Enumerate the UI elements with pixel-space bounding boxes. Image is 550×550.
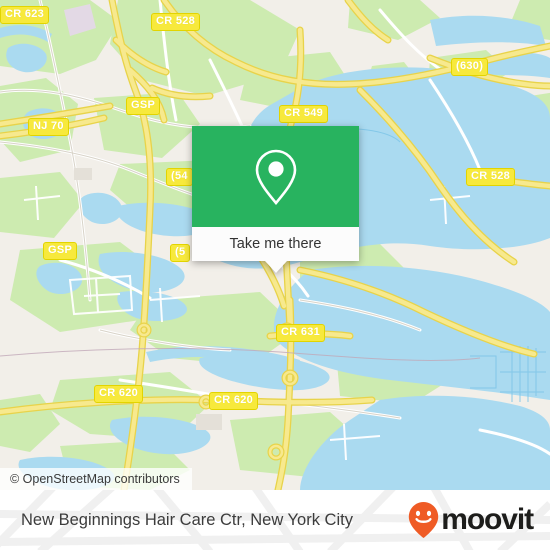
moovit-logo[interactable]: moovit — [407, 490, 534, 550]
place-title: New Beginnings Hair Care Ctr, New York C… — [21, 490, 353, 550]
road-shield: GSP — [43, 242, 78, 260]
road-shield: CR 623 — [0, 6, 50, 24]
moovit-wordmark: moovit — [441, 503, 534, 536]
road-shield: (54 — [166, 168, 193, 186]
popup-tail — [264, 261, 287, 273]
place-title-text: New Beginnings Hair Care Ctr, New York C… — [21, 510, 353, 529]
road-shield: (5 — [170, 244, 191, 262]
moovit-smiley-pin-icon — [409, 502, 439, 538]
footer-bar: New Beginnings Hair Care Ctr, New York C… — [0, 490, 550, 550]
popup-image-area — [192, 126, 359, 227]
road-shield: CR 631 — [276, 324, 326, 342]
road-shield: (630) — [451, 58, 489, 76]
place-popup-card[interactable]: Take me there — [192, 126, 359, 273]
road-shield: CR 528 — [151, 13, 201, 31]
road-shield: CR 549 — [279, 105, 329, 123]
road-shield: GSP — [126, 97, 161, 115]
take-me-there-label: Take me there — [229, 236, 322, 252]
map-pin-icon — [255, 149, 296, 205]
road-shield: NJ 70 — [28, 118, 69, 136]
moovit-map-screenshot: CR 623 CR 528 (630) GSP CR 549 NJ 70 CR 528 (54… — [0, 0, 550, 550]
road-shield: CR 528 — [466, 168, 516, 186]
road-shield: CR 620 — [209, 392, 259, 410]
take-me-there-button[interactable]: Take me there — [192, 227, 359, 261]
osm-attribution[interactable]: © OpenStreetMap contributors — [0, 468, 192, 490]
road-shield: CR 620 — [94, 385, 144, 403]
